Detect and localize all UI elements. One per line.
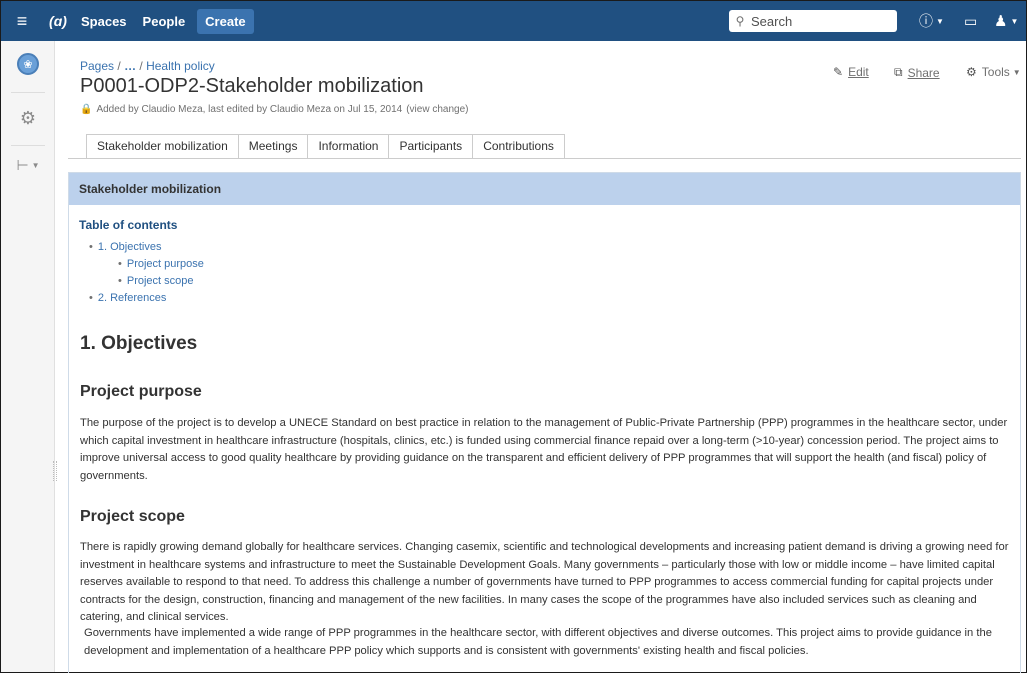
toc-title: Table of contents xyxy=(79,218,178,232)
page-tabs: Stakeholder mobilization Meetings Inform… xyxy=(86,134,565,159)
toc-item-references[interactable]: • 2. References xyxy=(89,290,204,307)
confluence-logo[interactable]: (ɑ) xyxy=(43,1,73,41)
project-scope-paragraph-2: Governments have implemented a wide rang… xyxy=(84,627,992,657)
breadcrumb-ellipsis[interactable]: … xyxy=(124,59,136,73)
chevron-down-icon: ▼ xyxy=(1010,16,1019,26)
share-button[interactable]: ⧉ Share xyxy=(894,65,940,80)
project-scope-paragraph-1: There is rapidly growing demand globally… xyxy=(80,541,1009,623)
create-button[interactable]: Create xyxy=(197,8,254,34)
lock-icon[interactable]: 🔒 xyxy=(80,104,92,115)
project-purpose-paragraph: The purpose of the project is to develop… xyxy=(80,417,1008,482)
pencil-icon: ✎ xyxy=(833,65,844,79)
user-avatar-icon: ♟ xyxy=(994,13,1008,30)
tab-information[interactable]: Information xyxy=(308,134,390,159)
chevron-down-icon: ▼ xyxy=(31,160,40,170)
space-settings-button[interactable]: ⚙ xyxy=(1,98,55,138)
gear-icon: ⚙ xyxy=(966,65,977,79)
nav-people[interactable]: People xyxy=(135,14,194,29)
byline-text: Added by Claudio Meza, last edited by Cl… xyxy=(96,104,403,115)
un-emblem-icon: ❀ xyxy=(17,53,39,75)
search-box[interactable]: ⚲ xyxy=(729,10,897,32)
page-title: P0001-ODP2-Stakeholder mobilization xyxy=(80,75,424,97)
edit-label: Edit xyxy=(848,65,869,79)
tab-contributions[interactable]: Contributions xyxy=(473,134,565,159)
tab-stakeholder-mobilization[interactable]: Stakeholder mobilization xyxy=(86,134,239,159)
chevron-down-icon: ▼ xyxy=(936,16,944,26)
heading-project-scope: Project scope xyxy=(80,508,185,525)
space-sidebar: ❀ ⚙ ⊢ ▼ xyxy=(1,41,55,672)
gear-icon: ⚙ xyxy=(19,107,37,128)
notifications-button[interactable]: ▭ xyxy=(964,1,977,41)
share-icon: ⧉ xyxy=(894,65,903,79)
page-tree-icon: ⊢ xyxy=(16,156,29,173)
sidebar-resize-handle[interactable] xyxy=(53,461,57,481)
tools-label: Tools xyxy=(981,65,1010,79)
breadcrumb-separator: / xyxy=(117,59,121,73)
table-of-contents: • 1. Objectives • Project purpose • Project… xyxy=(89,239,204,307)
tab-participants[interactable]: Participants xyxy=(389,134,474,159)
toc-item-project-purpose[interactable]: • Project purpose xyxy=(89,256,204,273)
breadcrumb-health-policy[interactable]: Health policy xyxy=(146,59,215,73)
sidebar-divider xyxy=(11,92,45,93)
nav-spaces[interactable]: Spaces xyxy=(73,14,135,29)
question-circle-icon: ⓘ xyxy=(919,13,933,29)
toc-item-objectives[interactable]: • 1. Objectives xyxy=(89,239,204,256)
search-icon: ⚲ xyxy=(735,14,745,28)
heading-project-purpose: Project purpose xyxy=(80,383,202,400)
panel-header: Stakeholder mobilization xyxy=(69,173,1020,205)
hamburger-icon[interactable]: ≡ xyxy=(1,1,43,41)
top-navigation-bar: ≡ (ɑ) Spaces People Create ⚲ ⓘ▼ ▭ ♟▼ xyxy=(1,1,1026,41)
breadcrumb-pages[interactable]: Pages xyxy=(80,59,114,73)
tools-menu[interactable]: ⚙ Tools ▼ xyxy=(966,65,1021,79)
user-menu[interactable]: ♟ ▼ xyxy=(994,1,1018,41)
space-logo-button[interactable]: ❀ xyxy=(1,44,55,84)
help-menu[interactable]: ⓘ ▼ xyxy=(919,1,944,41)
tabs-underline xyxy=(68,158,1021,159)
content-panel: Stakeholder mobilization Table of conten… xyxy=(68,172,1021,673)
share-label: Share xyxy=(907,65,940,80)
chevron-down-icon: ▼ xyxy=(1012,67,1021,77)
page-byline: 🔒 Added by Claudio Meza, last edited by … xyxy=(80,104,468,115)
breadcrumb: Pages / … / Health policy xyxy=(80,59,215,73)
breadcrumb-separator: / xyxy=(139,59,143,73)
view-change-link[interactable]: (view change) xyxy=(406,104,468,115)
tab-meetings[interactable]: Meetings xyxy=(238,134,309,159)
heading-objectives: 1. Objectives xyxy=(80,333,198,354)
toc-item-project-scope[interactable]: • Project scope xyxy=(89,273,204,290)
page-tree-button[interactable]: ⊢ ▼ xyxy=(1,145,55,185)
search-input[interactable] xyxy=(751,13,891,29)
inbox-icon: ▭ xyxy=(964,12,978,29)
edit-button[interactable]: ✎ Edit xyxy=(833,65,869,79)
